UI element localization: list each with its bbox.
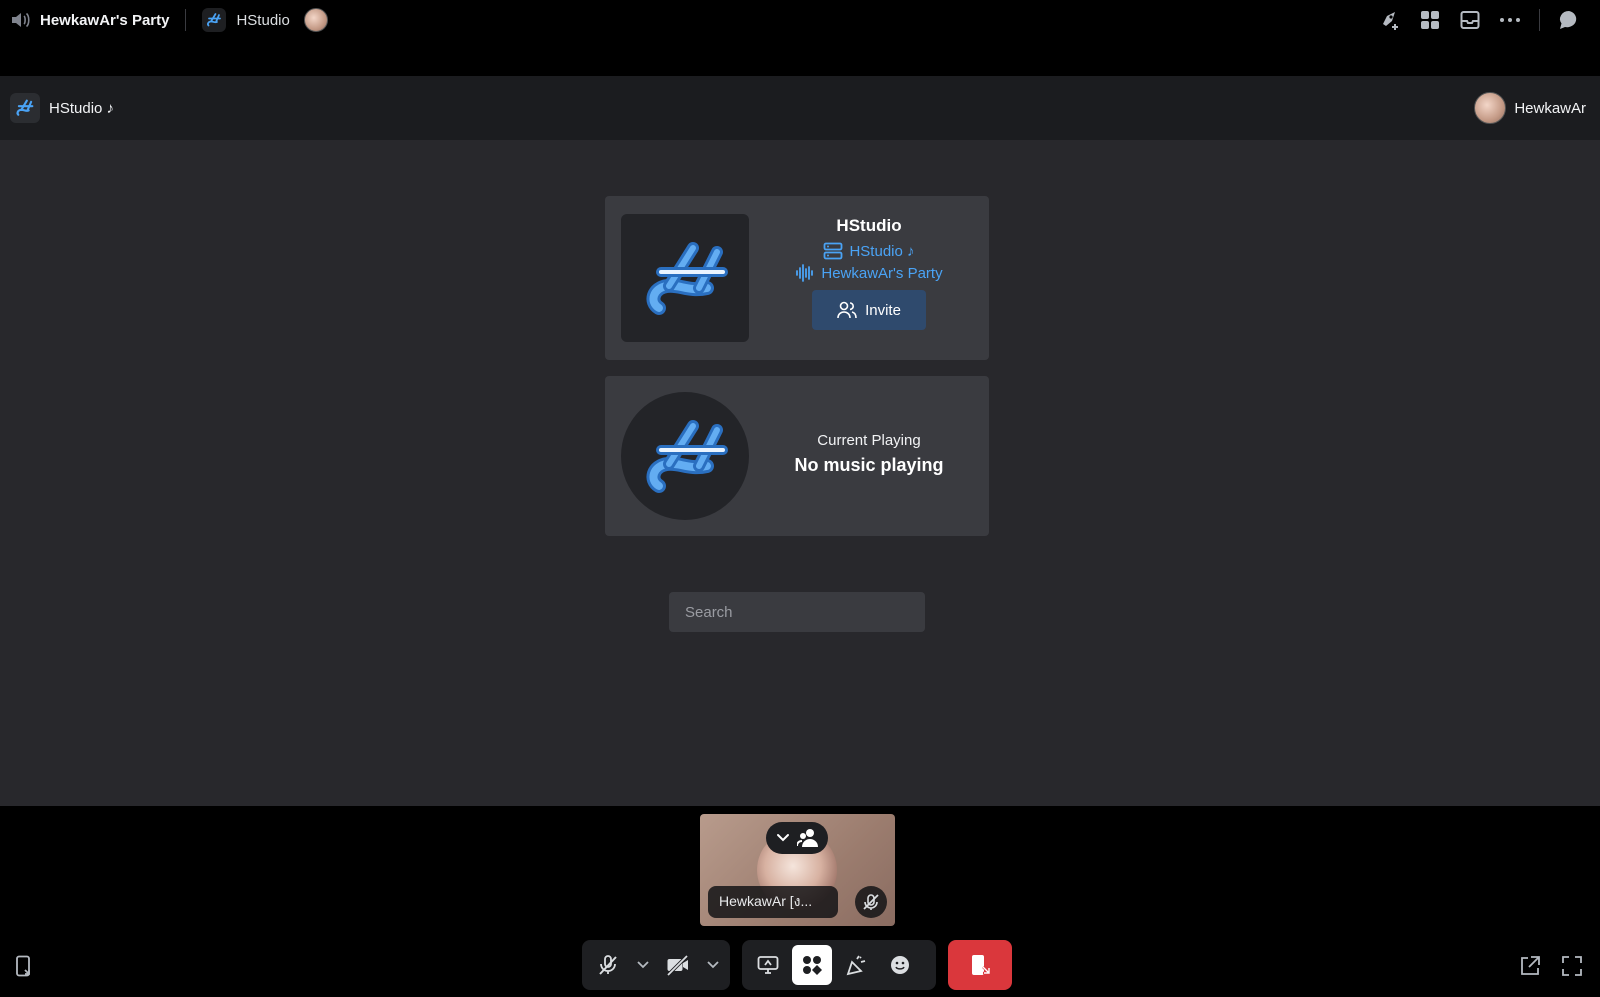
divider <box>1539 9 1540 31</box>
activity-name: HStudio <box>836 216 902 235</box>
info-card: HStudio HStudio ♪ HewkawAr's Party Invit… <box>605 196 989 360</box>
invite-label: Invite <box>865 301 901 319</box>
call-controls <box>0 940 1600 990</box>
username: HewkawAr <box>1514 99 1586 117</box>
hstudio-logo-icon <box>646 420 728 493</box>
hstudio-logo-icon <box>646 242 728 315</box>
album-art <box>621 392 749 520</box>
now-playing-label: Current Playing <box>817 432 921 449</box>
audio-wave-icon <box>796 264 814 282</box>
server-icon <box>824 242 843 260</box>
people-icon <box>837 301 857 319</box>
current-user[interactable]: HewkawAr <box>1474 92 1586 124</box>
channel-title: HewkawAr's Party <box>40 11 170 29</box>
phone-transfer-icon[interactable] <box>12 954 36 978</box>
player-card: Current Playing No music playing <box>605 376 989 536</box>
participant-name: HewkawAr [ง... <box>708 886 838 918</box>
soundboard-icon <box>846 955 866 976</box>
fullscreen-icon[interactable] <box>1560 954 1584 978</box>
camera-toggle-button[interactable] <box>658 945 698 985</box>
rocket-add-icon[interactable] <box>1379 9 1401 31</box>
channel-link-label: HewkawAr's Party <box>821 264 943 282</box>
speaker-icon <box>10 9 32 31</box>
now-playing: Current Playing No music playing <box>765 432 973 476</box>
hstudio-logo <box>621 214 749 342</box>
screen-share-icon <box>757 956 779 974</box>
user-avatar[interactable] <box>303 8 328 32</box>
disconnect-icon <box>972 955 991 975</box>
activities-button[interactable] <box>792 945 832 985</box>
top-bar: HewkawAr's Party HStudio <box>0 0 1600 40</box>
emoji-button[interactable] <box>880 945 920 985</box>
more-options-icon[interactable] <box>1499 9 1521 31</box>
apps-grid-icon[interactable] <box>1419 9 1441 31</box>
inbox-icon[interactable] <box>1459 9 1481 31</box>
info-card-details: HStudio HStudio ♪ HewkawAr's Party Invit… <box>765 216 973 330</box>
invite-button[interactable]: Invite <box>812 290 926 330</box>
voice-panel: HewkawAr [ง... <box>0 806 1600 997</box>
av-controls <box>582 940 730 990</box>
participant-toggle[interactable] <box>766 822 828 854</box>
server-link-label: HStudio ♪ <box>849 242 915 260</box>
activity-title: HStudio ♪ <box>49 99 115 117</box>
mic-options-button[interactable] <box>632 945 654 985</box>
muted-mic-icon <box>855 886 887 918</box>
soundboard-button[interactable] <box>836 945 876 985</box>
divider <box>185 9 187 31</box>
hstudio-logo-icon <box>10 93 40 123</box>
disconnect-button[interactable] <box>948 940 1012 990</box>
screen-share-button[interactable] <box>748 945 788 985</box>
now-playing-status: No music playing <box>794 455 944 475</box>
channel-header: HewkawAr's Party HStudio <box>0 0 328 40</box>
app-name[interactable]: HStudio <box>236 12 289 29</box>
camera-off-icon <box>666 954 689 976</box>
chevron-down-icon <box>637 961 649 969</box>
chat-icon[interactable] <box>1558 9 1580 31</box>
app-logo-icon[interactable] <box>202 8 227 32</box>
popout-icon[interactable] <box>1518 954 1542 978</box>
mic-toggle-button[interactable] <box>588 945 628 985</box>
emoji-icon <box>891 956 909 974</box>
chevron-down-icon <box>707 961 719 969</box>
channel-link[interactable]: HewkawAr's Party <box>795 264 943 282</box>
mic-off-icon <box>599 955 617 975</box>
window-controls <box>1518 954 1584 978</box>
top-actions <box>1379 0 1580 40</box>
activity-header: HStudio ♪ HewkawAr <box>0 76 1600 140</box>
search-input[interactable] <box>669 592 925 632</box>
camera-options-button[interactable] <box>702 945 724 985</box>
activities-icon <box>803 956 822 975</box>
participant-tile[interactable]: HewkawAr [ง... <box>700 814 895 926</box>
people-icon <box>796 829 818 847</box>
server-link[interactable]: HStudio ♪ <box>823 242 915 260</box>
avatar <box>1474 92 1507 124</box>
activity-controls <box>742 940 936 990</box>
chevron-down-icon <box>776 834 789 842</box>
activity-stage: HStudio HStudio ♪ HewkawAr's Party Invit… <box>0 140 1600 806</box>
